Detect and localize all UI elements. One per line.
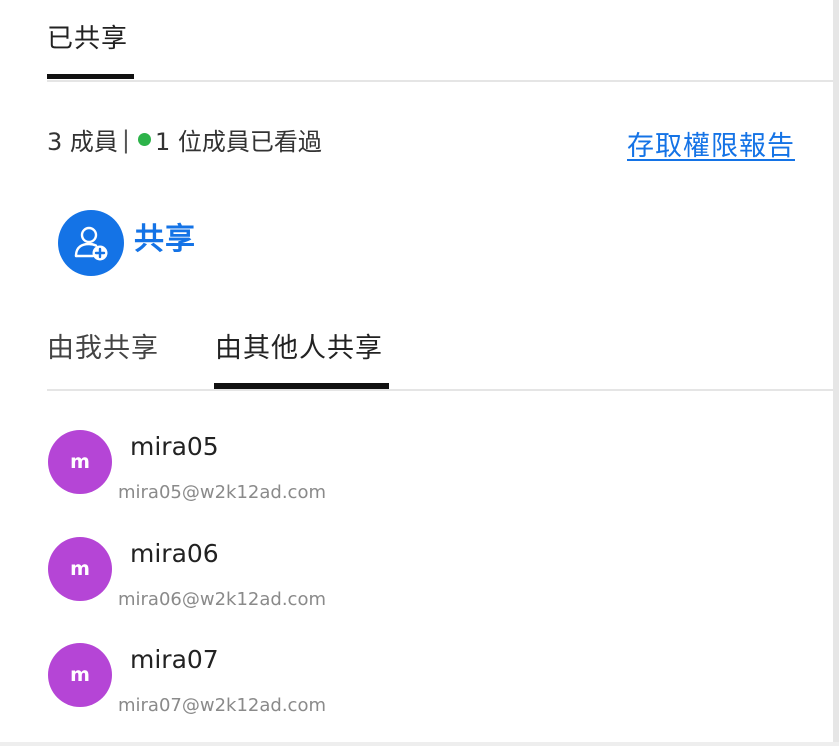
tab-shared-by-others[interactable]: 由其他人共享 xyxy=(215,326,383,365)
summary-separator: | xyxy=(121,125,130,154)
active-tab-indicator xyxy=(47,74,134,79)
panel-right-edge xyxy=(833,0,839,746)
subtab-divider xyxy=(47,389,833,391)
members-summary: 3 成員 | 1 位成員已看過 xyxy=(47,122,322,157)
share-button[interactable]: 共享 xyxy=(58,210,196,276)
member-list-item[interactable]: m mira07 mira07@w2k12ad.com xyxy=(48,643,808,733)
access-report-link[interactable]: 存取權限報告 xyxy=(627,124,795,163)
share-label: 共享 xyxy=(134,222,196,257)
avatar: m xyxy=(48,537,112,601)
header-divider xyxy=(47,80,833,82)
member-list-item[interactable]: m mira05 mira05@w2k12ad.com xyxy=(48,430,808,520)
panel-bottom-edge xyxy=(0,742,839,746)
member-email: mira06@w2k12ad.com xyxy=(118,589,326,610)
member-email: mira07@w2k12ad.com xyxy=(118,695,326,716)
member-name: mira05 xyxy=(130,432,219,461)
member-name: mira07 xyxy=(130,645,219,674)
member-name: mira06 xyxy=(130,539,219,568)
tab-shared-by-me[interactable]: 由我共享 xyxy=(47,326,159,365)
member-list-item[interactable]: m mira06 mira06@w2k12ad.com xyxy=(48,537,808,627)
members-count: 3 成員 xyxy=(47,128,118,156)
viewed-status-dot xyxy=(138,133,151,146)
avatar: m xyxy=(48,430,112,494)
tab-shared[interactable]: 已共享 xyxy=(47,18,128,55)
avatar: m xyxy=(48,643,112,707)
shared-panel: 已共享 3 成員 | 1 位成員已看過 存取權限報告 共享 由我共享 由其他人共… xyxy=(0,0,839,746)
member-email: mira05@w2k12ad.com xyxy=(118,482,326,503)
viewed-count: 1 位成員已看過 xyxy=(155,128,322,156)
add-user-icon xyxy=(58,210,124,276)
